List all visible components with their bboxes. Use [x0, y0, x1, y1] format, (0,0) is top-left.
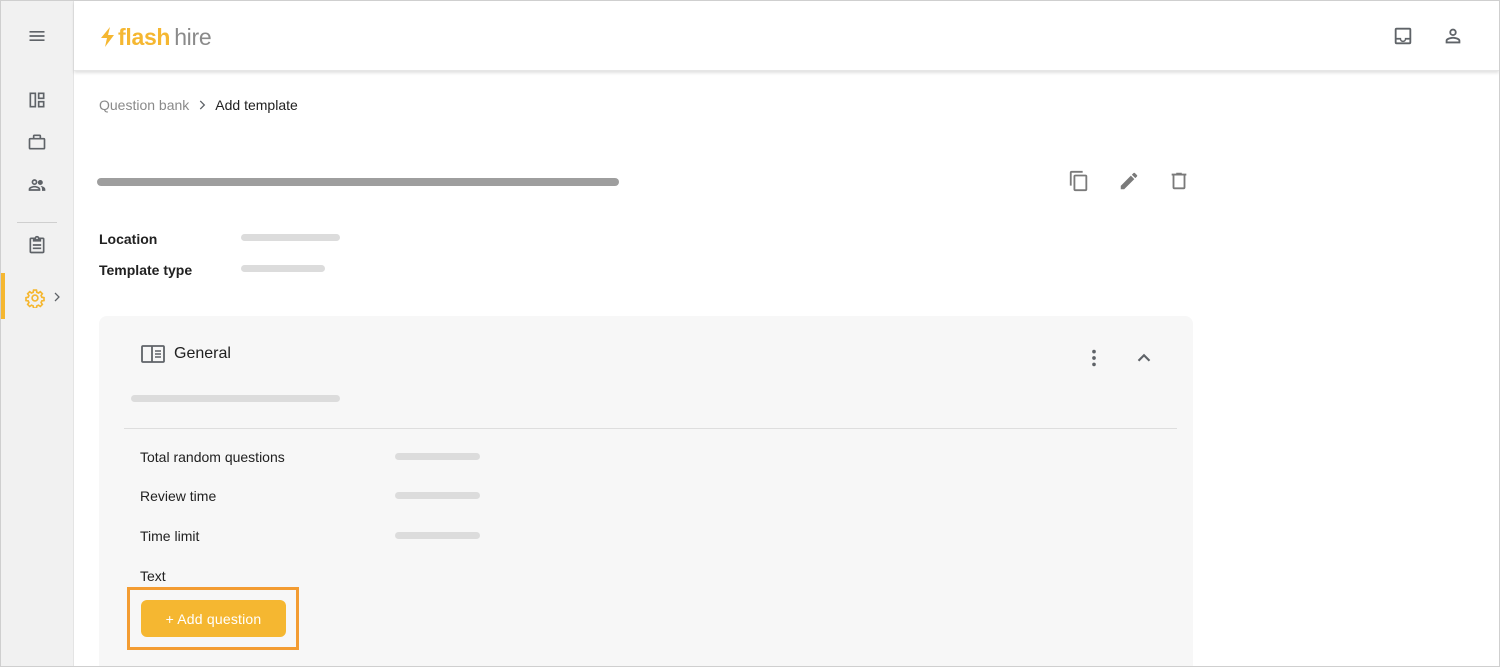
gear-icon — [25, 289, 45, 308]
time-limit-label: Time limit — [140, 528, 200, 544]
section-card-general: General Total random questions Review ti… — [99, 316, 1193, 666]
review-time-label: Review time — [140, 488, 217, 504]
template-type-label: Template type — [99, 262, 193, 278]
breadcrumb: Question bank Add template — [99, 97, 298, 113]
text-label: Text — [140, 568, 166, 584]
section-divider — [124, 428, 1177, 429]
inbox-icon[interactable] — [1391, 24, 1415, 48]
chevron-right-icon — [200, 100, 206, 110]
sidebar-item-settings[interactable] — [1, 273, 74, 319]
logo-text-hire: hire — [174, 23, 212, 50]
menu-icon[interactable] — [23, 22, 51, 50]
user-icon[interactable] — [1441, 24, 1465, 48]
app-window: flash hire Question bank Add template Lo… — [0, 0, 1500, 667]
delete-icon[interactable] — [1166, 168, 1192, 194]
total-random-questions-label: Total random questions — [140, 449, 285, 465]
clipboard-icon[interactable] — [23, 231, 51, 259]
edit-icon[interactable] — [1116, 168, 1142, 194]
chevron-right-icon — [54, 292, 60, 302]
active-indicator — [1, 273, 5, 319]
chevron-up-icon[interactable] — [1132, 346, 1156, 370]
total-random-questions-value-placeholder — [395, 453, 480, 460]
app-logo[interactable]: flash hire — [100, 23, 212, 51]
logo-text-flash: flash — [118, 23, 171, 50]
people-icon[interactable] — [23, 171, 51, 199]
copy-icon[interactable] — [1066, 168, 1092, 194]
dashboard-icon[interactable] — [23, 86, 51, 114]
section-title: General — [174, 345, 231, 362]
more-vertical-icon[interactable] — [1082, 346, 1106, 370]
time-limit-value-placeholder — [395, 532, 480, 539]
template-type-value-placeholder — [241, 265, 325, 272]
template-title-placeholder — [97, 178, 619, 186]
sidebar — [1, 1, 74, 666]
location-value-placeholder — [241, 234, 340, 241]
top-header: flash hire — [74, 1, 1499, 71]
location-label: Location — [99, 231, 158, 247]
breadcrumb-question-bank[interactable]: Question bank — [99, 97, 189, 113]
add-question-button[interactable]: + Add question — [141, 600, 286, 637]
breadcrumb-current: Add template — [215, 97, 298, 113]
book-icon — [141, 345, 165, 363]
section-description-placeholder — [131, 395, 340, 402]
lightning-icon — [101, 27, 114, 47]
briefcase-icon[interactable] — [23, 128, 51, 156]
sidebar-divider — [17, 222, 57, 223]
review-time-value-placeholder — [395, 492, 480, 499]
